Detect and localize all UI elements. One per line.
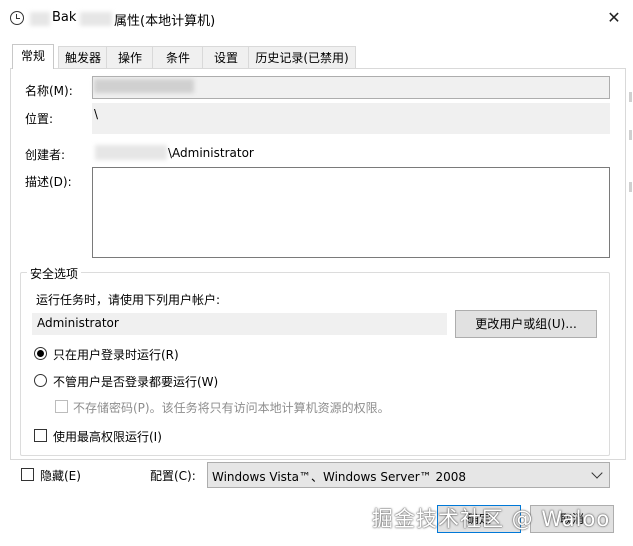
highest-privileges-checkbox[interactable]: [34, 429, 47, 442]
tab-general[interactable]: 常规: [12, 44, 54, 69]
hidden-checkbox[interactable]: [21, 468, 34, 481]
configure-label: 配置(C):: [150, 469, 196, 483]
run-only-logged-on-radio[interactable]: [34, 347, 47, 360]
description-label: 描述(D):: [25, 175, 72, 189]
redacted-title-part: [80, 12, 112, 26]
hidden-label[interactable]: 隐藏(E): [40, 467, 81, 484]
run-whether-logged-on-radio[interactable]: [34, 374, 47, 387]
run-only-logged-on-label[interactable]: 只在用户登录时运行(R): [53, 346, 179, 363]
highest-privileges-label[interactable]: 使用最高权限运行(I): [53, 428, 162, 445]
location-label: 位置:: [25, 112, 54, 126]
security-options-legend: 安全选项: [27, 265, 82, 282]
location-value: \: [94, 107, 99, 121]
tab-settings[interactable]: 设置: [202, 46, 250, 69]
tab-triggers[interactable]: 触发器: [58, 46, 108, 69]
run-as-account: Administrator: [37, 316, 119, 330]
tab-actions[interactable]: 操作: [106, 46, 154, 69]
name-label: 名称(M):: [25, 84, 73, 98]
chevron-down-icon: [591, 467, 603, 479]
author-label: 创建者:: [25, 148, 66, 162]
scroll-mark: [629, 92, 632, 102]
scroll-mark: [629, 130, 632, 140]
do-not-store-password-checkbox[interactable]: [55, 400, 68, 413]
location-value-box: [92, 103, 610, 134]
change-user-button[interactable]: 更改用户或组(U)...: [455, 310, 597, 338]
author-value: \Administrator: [168, 146, 254, 160]
run-whether-logged-on-label[interactable]: 不管用户是否登录都要运行(W): [53, 373, 218, 390]
configure-selected-value: Windows Vista™、Windows Server™ 2008: [212, 470, 467, 484]
window-title-prefix: Bak: [52, 10, 77, 25]
run-as-label: 运行任务时，请使用下列用户帐户:: [36, 293, 221, 307]
tab-history[interactable]: 历史记录(已禁用): [248, 46, 356, 69]
close-icon[interactable]: ✕: [604, 8, 624, 28]
redacted-name: [94, 79, 194, 93]
redacted-title-part: [30, 12, 50, 26]
watermark-text: 掘金技术社区 @ Waloo: [372, 507, 611, 531]
do-not-store-password-label: 不存储密码(P)。该任务将只有访问本地计算机资源的权限。: [73, 401, 390, 415]
redacted-author: [95, 145, 167, 160]
task-clock-icon: [10, 11, 24, 25]
scroll-mark: [629, 182, 632, 192]
window-title-suffix: 属性(本地计算机): [114, 14, 216, 29]
tab-conditions[interactable]: 条件: [152, 46, 204, 69]
configure-select[interactable]: Windows Vista™、Windows Server™ 2008: [207, 462, 610, 488]
title-bar: Bak 属性(本地计算机) ✕: [0, 0, 633, 36]
description-textarea[interactable]: [92, 167, 610, 258]
